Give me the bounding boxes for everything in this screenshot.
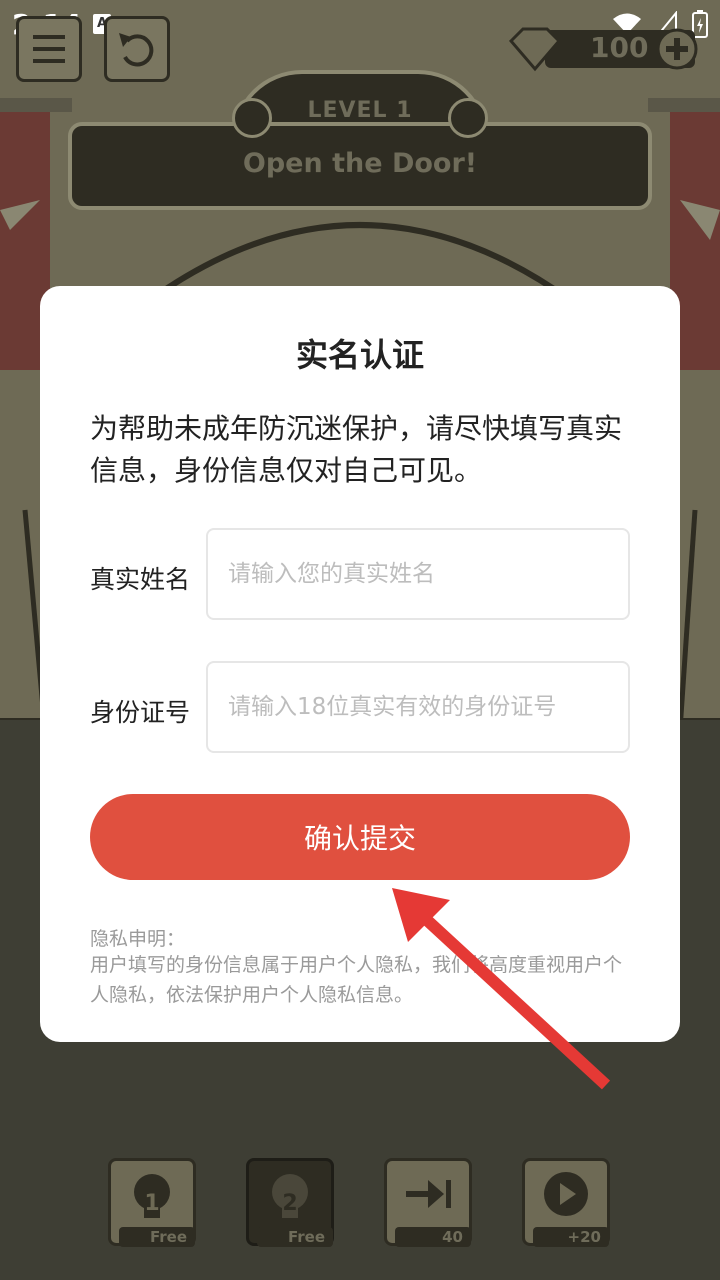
id-number-input[interactable] — [206, 661, 630, 753]
watch-video-button[interactable]: +20 — [522, 1158, 610, 1247]
annotation-arrow-icon — [392, 888, 611, 1090]
hint-2-number: 2 — [282, 1191, 298, 1216]
gem-count: 100 — [590, 31, 649, 64]
add-gems-icon[interactable] — [655, 27, 699, 71]
skip-icon — [406, 1179, 451, 1208]
hint-2-button[interactable]: 2 Free — [246, 1158, 334, 1247]
video-reward-tag: +20 — [533, 1227, 609, 1247]
app-screen: 2:14 A — [0, 0, 720, 1280]
diamond-icon — [508, 27, 562, 72]
restart-icon — [119, 33, 154, 67]
hint-1-button[interactable]: 1 Free — [108, 1158, 196, 1247]
menu-button[interactable] — [16, 16, 82, 82]
dialog-title: 实名认证 — [295, 336, 424, 374]
gem-counter: 100 — [505, 25, 705, 75]
skip-level-button[interactable]: 40 — [384, 1158, 472, 1247]
hint-1-tag: Free — [119, 1227, 195, 1247]
restart-button[interactable] — [104, 16, 170, 82]
dialog-description: 为帮助未成年防沉迷保护，请尽快填写真实信息，身份信息仅对自己可见。 — [90, 412, 623, 487]
level-label: LEVEL 1 — [307, 98, 413, 123]
real-name-input[interactable] — [206, 528, 630, 620]
name-label: 真实姓名 — [90, 565, 191, 594]
level-title: Open the Door! — [242, 148, 478, 179]
hint-1-number: 1 — [144, 1191, 160, 1216]
menu-icon — [33, 35, 65, 63]
submit-button[interactable]: 确认提交 — [90, 794, 630, 880]
hint-2-tag: Free — [257, 1227, 333, 1247]
play-video-icon — [544, 1171, 588, 1216]
id-number-label: 身份证号 — [90, 698, 191, 727]
skip-cost-tag: 40 — [395, 1227, 471, 1247]
privacy-title: 隐私申明： — [90, 928, 186, 950]
